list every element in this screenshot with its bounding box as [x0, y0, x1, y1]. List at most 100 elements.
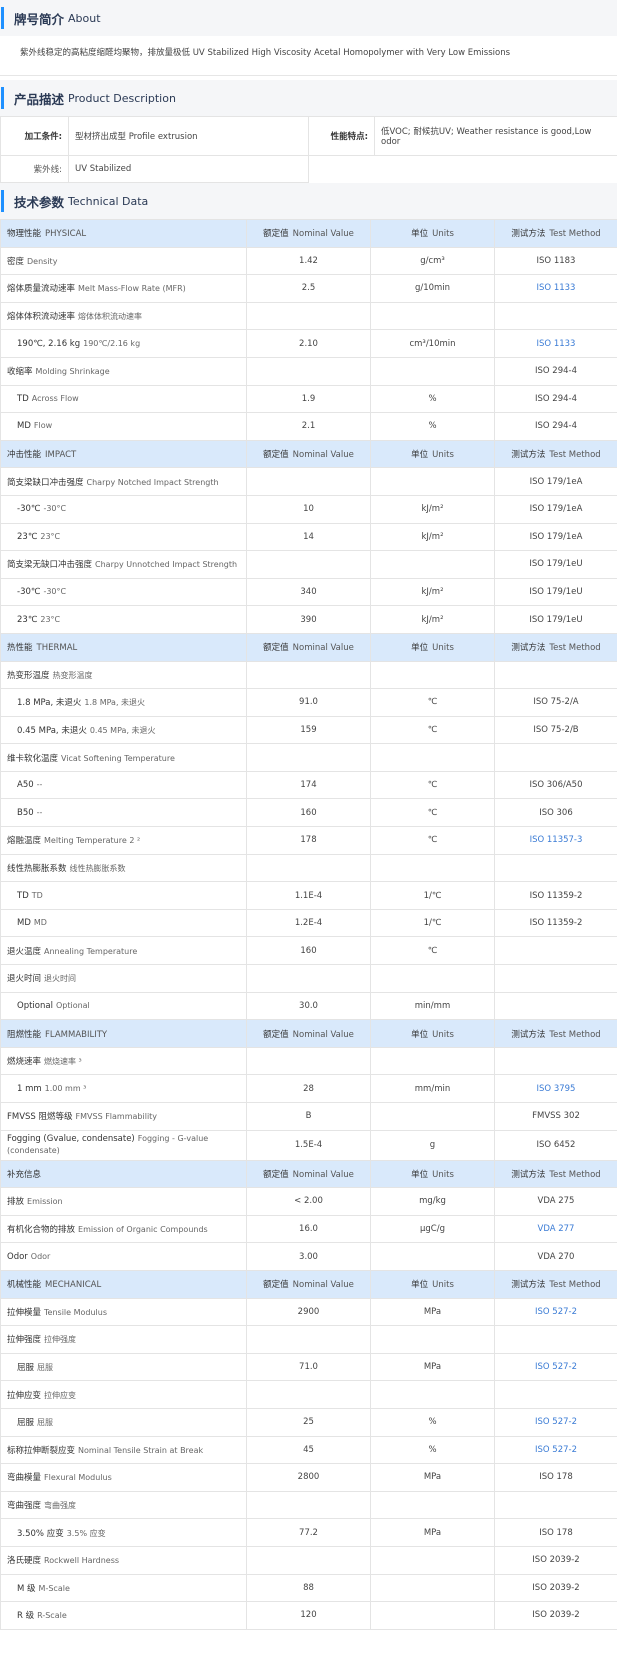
process-value: 型材挤出成型 Profile extrusion [68, 116, 309, 156]
property-name-zh: 屈服 [17, 1418, 35, 1429]
table-row: 拉伸模量 Tensile Modulus 2900 MPa ISO 527-2 [0, 1297, 617, 1327]
test-method[interactable]: ISO 527-2 [494, 1352, 617, 1382]
section-accent-bar [1, 87, 4, 109]
unit-value: kJ/m² [370, 494, 495, 524]
property-cell: TD Across Flow [0, 384, 247, 414]
property-name-en: -30°C [43, 504, 67, 514]
section-accent-bar [1, 7, 4, 29]
property-name-zh: TD [17, 393, 29, 404]
unit-value [370, 1046, 495, 1076]
table-row: 线性热膨胀系数 线性热膨胀系数 [0, 853, 617, 883]
unit-value: cm³/10min [370, 329, 495, 358]
table-row: 0.45 MPa, 未退火 0.45 MPa, 未退火 159 ℃ ISO 75-2/B [0, 715, 617, 745]
property-name-en: -30°C [43, 587, 67, 597]
property-name-zh: 热变形温度 [7, 670, 50, 681]
test-method[interactable]: ISO 1133 [494, 274, 617, 303]
property-cell: 熔体质量流动速率 Melt Mass-Flow Rate (MFR) [0, 274, 247, 303]
property-name-zh: 维卡软化温度 [7, 753, 59, 764]
table-row: TD TD 1.1E-4 1/℃ ISO 11359-2 [0, 881, 617, 910]
nominal-header: 额定值 Nominal Value [246, 1269, 371, 1299]
unit-value [370, 660, 495, 690]
group-title-zh: 物理性能 [7, 229, 42, 240]
property-name-zh: 190℃, 2.16 kg [17, 338, 81, 349]
property-name-en: Nominal Tensile Strain at Break [78, 1445, 204, 1455]
nominal-value: 159 [246, 715, 371, 745]
test-method[interactable]: ISO 11357-3 [494, 826, 617, 855]
property-name-zh: 退火时间 [7, 974, 42, 985]
property-name-en: 3.5% 应变 [66, 1528, 106, 1538]
property-name-zh: 拉伸强度 [7, 1335, 42, 1346]
property-name-en: 0.45 MPa, 未退火 [89, 725, 156, 735]
unit-value: % [370, 1407, 495, 1437]
property-name-zh: TD [17, 890, 29, 901]
unit-value [370, 1490, 495, 1520]
unit-value: MPa [370, 1518, 495, 1547]
test-method: ISO 11359-2 [494, 881, 617, 910]
property-name-en: 拉伸应变 [44, 1390, 77, 1400]
table-row: 23℃ 23°C 390 kJ/m² ISO 179/1eU [0, 605, 617, 634]
property-name-zh: MD [17, 421, 31, 432]
technical-data-table: 物理性能 PHYSICAL 额定值 Nominal Value 单位 Units 测试方法 T… [0, 219, 617, 1630]
test-method [494, 301, 617, 331]
test-method: ISO 178 [494, 1463, 617, 1492]
test-method[interactable]: ISO 1133 [494, 329, 617, 358]
tech-section-header: 技术参数 Technical Data [0, 183, 617, 219]
property-name-en: MD [33, 918, 47, 928]
test-method[interactable]: ISO 3795 [494, 1074, 617, 1103]
test-method [494, 1490, 617, 1520]
property-cell: 熔融温度 Melting Temperature 2 ² [0, 826, 247, 855]
nominal-value: 2800 [246, 1463, 371, 1492]
property-name-en: 退火时间 [44, 974, 77, 984]
about-section-header: 牌号简介 About [0, 0, 617, 36]
group-title-en: THERMAL [36, 643, 78, 654]
table-row: 弯曲模量 Flexural Modulus 2800 MPa ISO 178 [0, 1463, 617, 1492]
test-method[interactable]: VDA 277 [494, 1214, 617, 1244]
nominal-value [246, 853, 371, 883]
table-row: 屈服 屈服 71.0 MPa ISO 527-2 [0, 1352, 617, 1382]
test-method [494, 1325, 617, 1354]
unit-value: ℃ [370, 688, 495, 717]
property-name-en: Melt Mass-Flow Rate (MFR) [78, 284, 186, 294]
property-cell: MD Flow [0, 412, 247, 441]
test-method [494, 1380, 617, 1409]
nominal-value: 174 [246, 770, 371, 800]
test-method[interactable]: ISO 527-2 [494, 1407, 617, 1437]
table-row: R 级 R-Scale 120 ISO 2039-2 [0, 1601, 617, 1630]
property-name-zh: 标称拉伸断裂应变 [7, 1445, 76, 1456]
nominal-value: 77.2 [246, 1518, 371, 1547]
unit-value: % [370, 384, 495, 414]
table-row: Optional Optional 30.0 min/mm [0, 991, 617, 1021]
feature-value: 低VOC; 耐候抗UV; Weather resistance is good,… [374, 116, 617, 156]
property-cell: 有机化合物的排放 Emission of Organic Compounds [0, 1214, 247, 1244]
test-method [494, 660, 617, 690]
table-row: 1.8 MPa, 未退火 1.8 MPa, 未退火 91.0 ℃ ISO 75-2/A [0, 688, 617, 717]
table-row: 维卡软化温度 Vicat Softening Temperature [0, 743, 617, 772]
property-cell: 0.45 MPa, 未退火 0.45 MPa, 未退火 [0, 715, 247, 745]
table-row: 屈服 屈服 25% ISO 527-2 [0, 1407, 617, 1437]
test-method: ISO 179/1eU [494, 550, 617, 579]
units-header: 单位 Units [370, 632, 495, 662]
unit-value: ℃ [370, 798, 495, 828]
property-name-zh: 有机化合物的排放 [7, 1225, 76, 1236]
property-name-zh: Fogging (Gvalue, condensate) [7, 1133, 135, 1144]
property-name-zh: 3.50% 应变 [17, 1528, 64, 1539]
property-cell: 拉伸强度 拉伸强度 [0, 1325, 247, 1354]
product-title-en: Product Description [68, 91, 176, 105]
unit-value: MPa [370, 1352, 495, 1382]
table-row: 标称拉伸断裂应变 Nominal Tensile Strain at Break 4… [0, 1435, 617, 1465]
test-method: ISO 2039-2 [494, 1573, 617, 1603]
property-name-en: Optional [55, 1000, 90, 1010]
about-title-en: About [68, 11, 101, 25]
property-cell: 拉伸应变 拉伸应变 [0, 1380, 247, 1409]
test-method[interactable]: ISO 527-2 [494, 1297, 617, 1327]
property-cell: 1 mm 1.00 mm ³ [0, 1074, 247, 1103]
unit-value [370, 1102, 495, 1131]
nominal-value: 45 [246, 1435, 371, 1465]
property-name-en: Vicat Softening Temperature [61, 753, 175, 763]
method-header: 测试方法 Test Method [494, 1019, 617, 1048]
table-row: FMVSS 阻燃等级 FMVSS Flammability B FMVSS 302 [0, 1102, 617, 1131]
test-method[interactable]: ISO 527-2 [494, 1435, 617, 1465]
property-cell: 洛氏硬度 Rockwell Hardness [0, 1545, 247, 1575]
property-cell: M 级 M-Scale [0, 1573, 247, 1603]
unit-value: mm/min [370, 1074, 495, 1103]
